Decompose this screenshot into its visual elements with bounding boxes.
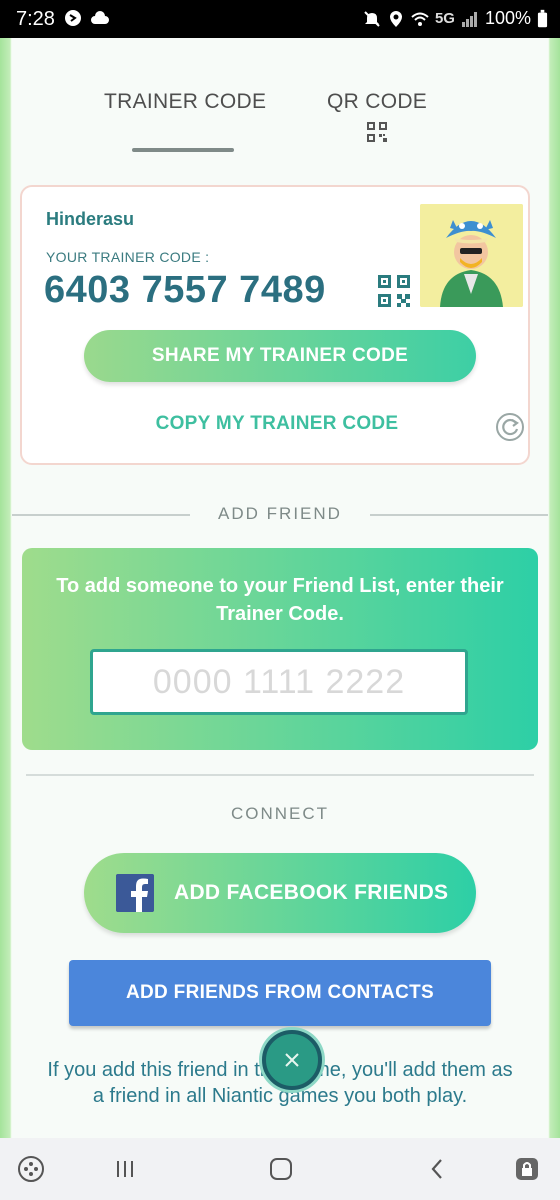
status-bar: 7:28 5G 100%: [0, 0, 560, 38]
add-friend-box: To add someone to your Friend List, ente…: [22, 548, 538, 750]
refresh-icon[interactable]: [495, 412, 525, 442]
tab-qr-code[interactable]: QR CODE: [327, 90, 427, 114]
share-trainer-code-button[interactable]: SHARE MY TRAINER CODE: [84, 330, 476, 382]
close-icon: [285, 1053, 299, 1067]
friend-panel: TRAINER CODE QR CODE Hinderasu YOUR TRAI…: [12, 38, 548, 1138]
back-icon[interactable]: [422, 1154, 452, 1184]
trainer-code-value: 6403 7557 7489: [44, 269, 326, 311]
tab-trainer-code[interactable]: TRAINER CODE: [104, 90, 266, 114]
location-icon: [389, 10, 402, 27]
trainer-code-input[interactable]: [90, 649, 468, 715]
qr-code-icon: [367, 122, 387, 142]
recent-apps-icon[interactable]: [110, 1154, 140, 1184]
trainer-name: Hinderasu: [46, 209, 135, 229]
active-tab-indicator: [132, 148, 234, 152]
add-friend-prompt: To add someone to your Friend List, ente…: [56, 575, 504, 625]
wifi-icon: [411, 12, 429, 26]
add-facebook-friends-button[interactable]: ADD FACEBOOK FRIENDS: [84, 853, 476, 933]
qr-code-icon[interactable]: [378, 275, 410, 307]
copy-trainer-code-button[interactable]: COPY MY TRAINER CODE: [22, 413, 532, 435]
battery-level: 100%: [484, 8, 531, 28]
shazam-icon: [65, 10, 81, 26]
connect-heading: CONNECT: [230, 804, 330, 823]
add-friend-divider-right: [370, 514, 548, 516]
code-tabs: TRAINER CODE QR CODE: [12, 90, 548, 190]
trainer-code-label: YOUR TRAINER CODE :: [46, 249, 210, 265]
cloud-icon: [91, 11, 109, 24]
home-icon[interactable]: [266, 1154, 296, 1184]
status-time: 7:28: [16, 8, 55, 30]
friend-screen: TRAINER CODE QR CODE Hinderasu YOUR TRAI…: [0, 38, 560, 1138]
lock-icon[interactable]: [512, 1154, 542, 1184]
trainer-avatar: [420, 204, 523, 307]
network-type: 5G: [434, 10, 455, 27]
system-nav-bar: [0, 1138, 560, 1200]
close-button[interactable]: [262, 1030, 322, 1090]
signal-icon: [461, 11, 477, 27]
facebook-icon: [116, 874, 154, 912]
game-launcher-icon[interactable]: [16, 1154, 46, 1184]
trainer-code-card: Hinderasu YOUR TRAINER CODE : 6403 7557 …: [20, 185, 530, 465]
mute-icon: [364, 10, 380, 27]
connect-divider: [26, 774, 534, 776]
add-facebook-friends-label: ADD FACEBOOK FRIENDS: [174, 881, 449, 904]
battery-icon: [537, 9, 548, 27]
add-friends-from-contacts-button[interactable]: ADD FRIENDS FROM CONTACTS: [69, 960, 491, 1026]
